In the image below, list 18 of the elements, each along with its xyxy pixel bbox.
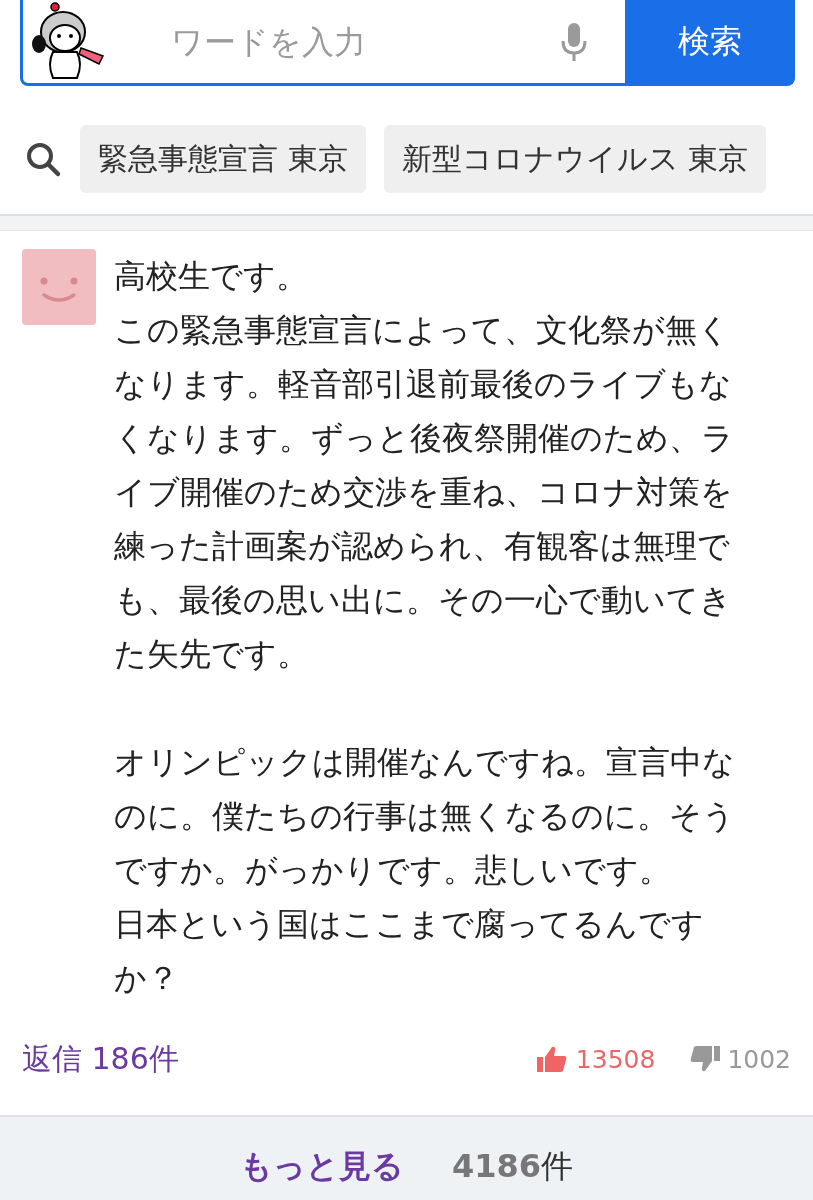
- suggestion-chip[interactable]: 緊急事態宣言 東京: [80, 125, 366, 193]
- dislike-count: 1002: [727, 1044, 791, 1074]
- search-button[interactable]: 検索: [625, 0, 795, 85]
- thumbs-down-icon[interactable]: [689, 1045, 722, 1073]
- show-more-link[interactable]: もっと見る: [239, 1145, 404, 1189]
- search-field[interactable]: ワードを入力 検索: [20, 0, 795, 86]
- avatar-icon: [22, 249, 96, 325]
- thumbs-up-icon[interactable]: [535, 1045, 568, 1073]
- like-count: 13508: [575, 1044, 656, 1074]
- suggestion-chip[interactable]: 新型コロナウイルス 東京: [383, 125, 767, 193]
- comment-text: この緊急事態宣言によって、文化祭が無くなります。軽音部引退前最後のライブもなくなります。ずっと後夜祭開催のため、ライブ開催のため交渉を重ね、コロナ対策を練った計画案が認められ、有観客は無理でも、最後の思い出に。その一心で動いてきた矢先です。: [114, 310, 735, 675]
- comment-text: 高校生です。: [114, 256, 309, 297]
- replies-link[interactable]: 返信 186件: [22, 1038, 179, 1080]
- comment-count: 4186件: [451, 1146, 574, 1187]
- comment-text: オリンピックは開催なんですね。宣言中なのに。僕たちの行事は無くなるのに。そうですか。がっかりです。悲しいです。: [114, 742, 736, 891]
- comment-text: 日本という国はここまで腐ってるんですか？: [114, 904, 705, 999]
- microphone-icon[interactable]: [559, 20, 589, 63]
- search-icon[interactable]: [24, 140, 62, 178]
